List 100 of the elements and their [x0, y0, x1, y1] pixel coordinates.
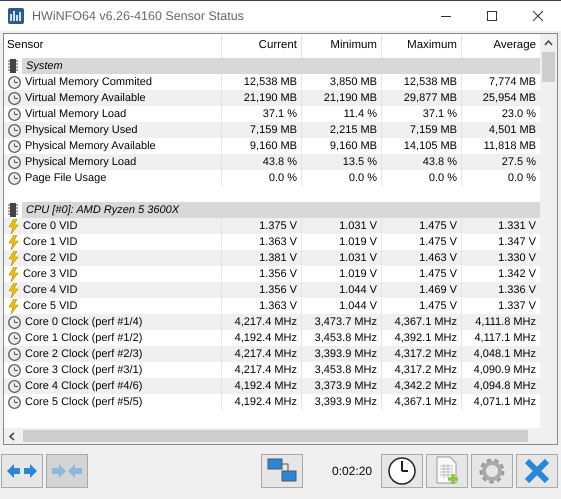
sensor-value: 37.1 % — [262, 106, 297, 122]
sensor-value: 4,071.1 MHz — [474, 394, 536, 410]
column-header[interactable]: Current — [258, 37, 297, 55]
sensor-value: 3,473.7 MHz — [314, 314, 377, 330]
clock-button[interactable] — [381, 454, 424, 488]
settings-icon — [478, 457, 506, 485]
sensor-value: 13.5 % — [342, 154, 377, 170]
sensor-value: 1.363 V — [259, 234, 297, 250]
sensor-value: 3,453.8 MHz — [314, 362, 377, 378]
close-icon — [524, 458, 550, 484]
lightning-icon — [8, 298, 19, 314]
network-button[interactable] — [261, 454, 303, 488]
sensor-name: Physical Memory Used — [25, 122, 138, 138]
sensor-name: Core 1 VID — [23, 234, 78, 250]
sensor-name: Core 0 VID — [23, 218, 78, 234]
sensor-value: 1.031 V — [339, 250, 377, 266]
sensor-value: 3,850 MB — [330, 74, 377, 90]
window-title: HWiNFO64 v6.26-4160 Sensor Status — [32, 8, 244, 25]
sensor-value: 7,774 MB — [488, 74, 536, 90]
column-header[interactable]: Sensor — [7, 37, 44, 55]
sensor-value: 1.375 V — [259, 218, 297, 234]
sensor-value: 1.019 V — [339, 234, 377, 250]
sensor-value: 1.356 V — [259, 266, 297, 282]
sensor-value: 1.475 V — [419, 234, 457, 250]
sensor-value: 1.331 V — [498, 218, 536, 234]
column-header[interactable]: Maximum — [407, 37, 457, 55]
sensor-value: 1.475 V — [419, 266, 457, 282]
inward-arrows-icon — [51, 462, 83, 480]
sensor-name: Core 2 VID — [23, 250, 78, 266]
sensor-value: 1.330 V — [498, 250, 536, 266]
sensor-value: 4,367.1 MHz — [394, 314, 457, 330]
sensor-value: 27.5 % — [502, 154, 536, 170]
sensor-value: 2,215 MB — [330, 122, 377, 138]
sensor-value: 11,818 MB — [484, 138, 536, 154]
sensor-value: 21,190 MB — [324, 90, 377, 106]
sensor-value: 37.1 % — [422, 106, 457, 122]
sensor-value: 14,105 MB — [404, 138, 457, 154]
expand-button[interactable] — [1, 454, 43, 488]
maximize-icon — [487, 11, 497, 21]
sensor-value: 4,048.1 MHz — [474, 346, 536, 362]
scroll-up-icon — [544, 40, 554, 46]
scroll-thumb[interactable] — [542, 52, 556, 82]
sensor-value: 1.019 V — [339, 266, 377, 282]
sensor-value: 4,192.4 MHz — [234, 378, 297, 394]
group-label: CPU [#0]: AMD Ryzen 5 3600X — [22, 202, 222, 218]
outward-arrows-icon — [6, 462, 38, 480]
clock-icon — [8, 396, 21, 408]
sensor-value: 4,367.1 MHz — [394, 394, 457, 410]
sensor-value: 1.044 V — [339, 298, 377, 314]
column-header[interactable]: Average — [493, 37, 536, 55]
sensor-name: Physical Memory Load — [25, 154, 136, 170]
sensor-value: 0.0 % — [348, 170, 377, 186]
sensor-value: 23.0 % — [502, 106, 536, 122]
sensor-name: Core 2 Clock (perf #2/3) — [25, 346, 142, 362]
sensor-value: 4,090.9 MHz — [474, 362, 536, 378]
sensor-name: Core 4 Clock (perf #4/6) — [25, 378, 142, 394]
sensor-name: Core 1 Clock (perf #1/2) — [25, 330, 142, 346]
lightning-icon — [8, 250, 19, 266]
sensor-name: Physical Memory Available — [25, 138, 156, 154]
column-header[interactable]: Minimum — [330, 37, 377, 55]
app-icon — [8, 8, 24, 24]
sensor-value: 43.8 % — [422, 154, 457, 170]
sensor-value: 1.463 V — [419, 250, 457, 266]
sensor-value: 12,538 MB — [404, 74, 457, 90]
settings-button[interactable] — [471, 454, 514, 488]
scroll-thumb[interactable] — [23, 430, 528, 442]
close-button[interactable] — [516, 454, 558, 488]
lightning-icon — [8, 218, 19, 234]
sensor-value: 0.0 % — [508, 170, 536, 186]
sensor-value: 1.381 V — [259, 250, 297, 266]
sensor-value: 4,392.1 MHz — [394, 330, 457, 346]
clock-icon — [8, 172, 21, 184]
chip-icon — [8, 203, 18, 217]
sensor-value: 4,342.2 MHz — [394, 378, 457, 394]
sensor-value: 4,217.4 MHz — [234, 346, 297, 362]
sensor-value: 1.031 V — [339, 218, 377, 234]
lightning-icon — [8, 266, 19, 282]
sensor-value: 4,501 MB — [488, 122, 536, 138]
sensor-value: 9,160 MB — [330, 138, 377, 154]
sensor-value: 7,159 MB — [410, 122, 457, 138]
sensor-value: 29,877 MB — [404, 90, 457, 106]
sensor-value: 9,160 MB — [250, 138, 297, 154]
sensor-value: 4,217.4 MHz — [234, 362, 297, 378]
sensor-value: 3,373.9 MHz — [314, 378, 377, 394]
sensor-value: 21,190 MB — [244, 90, 297, 106]
sensor-name: Virtual Memory Load — [25, 106, 126, 122]
sensor-name: Core 5 VID — [23, 298, 78, 314]
vertical-scrollbar[interactable] — [540, 34, 557, 428]
sensor-value: 3,453.8 MHz — [314, 330, 377, 346]
sensor-value: 1.363 V — [259, 298, 297, 314]
sensor-value: 4,217.4 MHz — [234, 314, 297, 330]
sensor-name: Core 3 Clock (perf #3/1) — [25, 362, 142, 378]
sensor-name: Core 5 Clock (perf #5/5) — [25, 394, 142, 410]
sensor-name: Core 3 VID — [23, 266, 78, 282]
sensor-name: Virtual Memory Available — [25, 90, 146, 106]
sensor-value: 3,393.9 MHz — [314, 394, 377, 410]
sensor-value: 4,192.4 MHz — [234, 394, 297, 410]
close-icon — [533, 11, 543, 21]
sensor-value: 4,111.8 MHz — [475, 314, 536, 330]
horizontal-scrollbar[interactable] — [4, 428, 557, 444]
